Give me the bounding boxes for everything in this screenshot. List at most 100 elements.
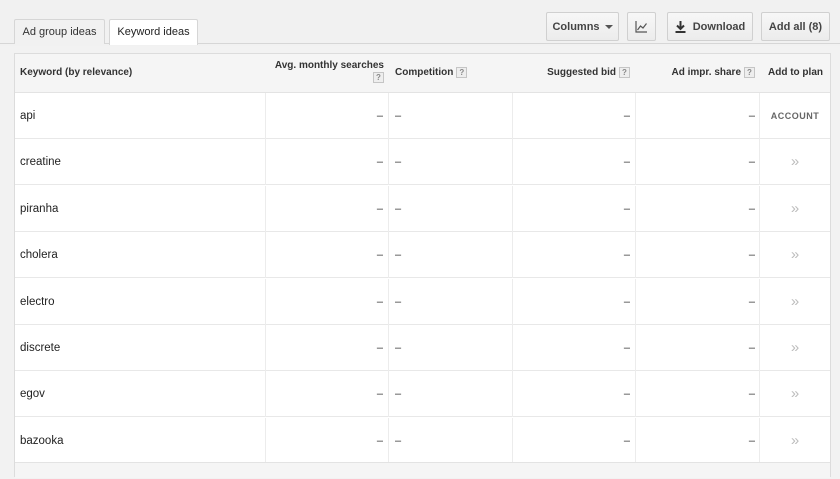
table-row: discrete – – – –»: [15, 325, 830, 371]
col-header-ad-impr-share[interactable]: Ad impr. share?: [672, 67, 755, 78]
column-divider: [512, 417, 513, 464]
add-to-plan-chevron-icon[interactable]: »: [760, 232, 830, 278]
column-divider: [265, 371, 266, 418]
suggested-bid-cell: –: [623, 388, 630, 401]
column-divider: [388, 185, 389, 232]
avg-monthly-searches-cell: –: [376, 156, 383, 169]
competition-cell: –: [395, 249, 402, 262]
column-divider: [265, 278, 266, 325]
add-to-plan-chevron-icon[interactable]: »: [760, 139, 830, 185]
table-footer: [15, 462, 830, 478]
col-header-suggested-bid[interactable]: Suggested bid?: [547, 67, 630, 78]
keyword-cell[interactable]: discrete: [20, 325, 60, 371]
line-chart-icon: [635, 20, 647, 33]
tab-keyword-ideas[interactable]: Keyword ideas: [109, 19, 198, 45]
add-to-plan-chevron-icon[interactable]: »: [760, 325, 830, 371]
competition-cell: –: [395, 342, 402, 354]
table-row: cholera – – – –»: [15, 232, 830, 279]
avg-monthly-searches-cell: –: [376, 110, 383, 122]
chart-button[interactable]: [627, 12, 656, 41]
ad-impr-share-cell: –: [748, 295, 755, 308]
column-divider: [635, 139, 636, 186]
ad-impr-share-cell: –: [748, 156, 755, 169]
keyword-ideas-table: Keyword (by relevance) Avg. monthly sear…: [14, 53, 831, 478]
column-divider: [265, 325, 266, 371]
keyword-cell[interactable]: electro: [20, 279, 55, 325]
columns-button[interactable]: Columns: [546, 12, 619, 41]
download-button[interactable]: Download: [667, 12, 753, 41]
help-icon[interactable]: ?: [744, 67, 755, 78]
column-divider: [635, 278, 636, 325]
column-divider: [635, 417, 636, 464]
column-divider: [512, 232, 513, 279]
suggested-bid-cell: –: [623, 295, 630, 308]
competition-cell: –: [395, 434, 402, 447]
keyword-cell[interactable]: cholera: [20, 232, 58, 278]
table-row: api – – – – ACCOUNT: [15, 93, 830, 139]
table-row: piranha – – – –»: [15, 185, 830, 232]
col-header-avg-monthly-searches[interactable]: Avg. monthly searches ?: [275, 60, 384, 83]
competition-cell: –: [395, 202, 402, 215]
account-label: ACCOUNT: [770, 111, 820, 121]
keyword-cell[interactable]: creatine: [20, 139, 61, 185]
ad-impr-share-cell: –: [748, 434, 755, 447]
col-header-ad-impr-share-label: Ad impr. share: [671, 67, 741, 79]
add-to-plan-chevron-icon[interactable]: »: [760, 279, 830, 325]
avg-monthly-searches-cell: –: [376, 342, 383, 354]
column-divider: [512, 325, 513, 371]
avg-monthly-searches-cell: –: [376, 295, 383, 308]
col-header-competition[interactable]: Competition?: [395, 67, 468, 79]
ad-impr-share-cell: –: [748, 202, 755, 215]
suggested-bid-cell: –: [623, 342, 630, 354]
column-divider: [265, 93, 266, 139]
column-divider: [635, 232, 636, 279]
tab-ad-group-ideas[interactable]: Ad group ideas: [14, 19, 105, 44]
ad-impr-share-cell: –: [748, 110, 755, 122]
column-divider: [635, 371, 636, 418]
suggested-bid-cell: –: [623, 110, 630, 122]
competition-cell: –: [395, 156, 402, 169]
keyword-cell[interactable]: piranha: [20, 186, 58, 232]
download-icon: [675, 20, 686, 33]
column-divider: [635, 185, 636, 232]
column-divider: [512, 371, 513, 418]
help-icon[interactable]: ?: [456, 67, 468, 78]
add-to-plan-chevron-icon[interactable]: »: [760, 186, 830, 232]
ad-impr-share-cell: –: [748, 388, 755, 401]
column-divider: [512, 185, 513, 232]
suggested-bid-cell: –: [623, 156, 630, 169]
keyword-cell[interactable]: api: [20, 93, 35, 139]
avg-monthly-searches-cell: –: [376, 388, 383, 401]
table-row: creatine – – – –»: [15, 139, 830, 186]
add-to-plan-chevron-icon[interactable]: »: [760, 371, 830, 417]
avg-monthly-searches-cell: –: [376, 202, 383, 215]
column-divider: [512, 93, 513, 139]
keyword-cell[interactable]: bazooka: [20, 418, 63, 464]
help-icon[interactable]: ?: [619, 67, 630, 78]
competition-cell: –: [395, 388, 402, 401]
col-header-keyword[interactable]: Keyword (by relevance): [20, 67, 132, 78]
column-divider: [512, 278, 513, 325]
add-all-button[interactable]: Add all (8): [761, 12, 830, 41]
ad-impr-share-cell: –: [748, 249, 755, 262]
help-icon[interactable]: ?: [373, 72, 384, 83]
column-divider: [388, 325, 389, 371]
add-to-plan-chevron-icon[interactable]: »: [760, 418, 830, 464]
column-divider: [388, 139, 389, 186]
avg-monthly-searches-cell: –: [376, 249, 383, 262]
column-divider: [265, 417, 266, 464]
col-header-competition-label: Competition: [395, 67, 454, 79]
col-header-add-to-plan: Add to plan: [768, 67, 823, 78]
column-divider: [388, 417, 389, 464]
keyword-cell[interactable]: egov: [20, 371, 45, 417]
column-divider: [635, 325, 636, 371]
column-divider: [635, 93, 636, 139]
avg-monthly-searches-cell: –: [376, 434, 383, 447]
caret-down-icon: [604, 25, 613, 29]
table-row: egov – – – –»: [15, 371, 830, 418]
competition-cell: –: [395, 110, 402, 122]
column-divider: [388, 93, 389, 139]
table-row: bazooka – – – –»: [15, 417, 830, 464]
table-header: Keyword (by relevance) Avg. monthly sear…: [15, 54, 830, 93]
column-divider: [265, 185, 266, 232]
